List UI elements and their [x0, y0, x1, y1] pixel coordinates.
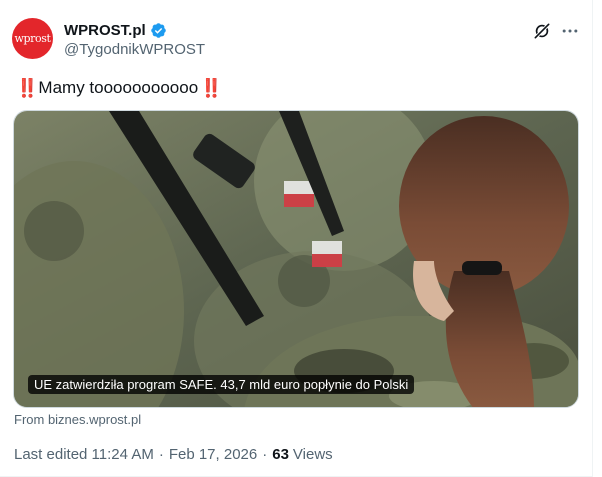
- card-source-link[interactable]: From biznes.wprost.pl: [14, 412, 141, 427]
- divider-right: [592, 0, 593, 477]
- card-title: UE zatwierdziła program SAFE. 43,7 mld e…: [28, 375, 415, 394]
- double-exclamation-emoji: ‼️: [16, 77, 38, 98]
- verified-badge-icon: [150, 22, 166, 38]
- author-display-name[interactable]: WPROST.pl: [64, 22, 146, 39]
- link-card[interactable]: UE zatwierdziła program SAFE. 43,7 mld e…: [13, 110, 579, 408]
- double-exclamation-emoji: ‼️: [200, 77, 222, 98]
- author-handle[interactable]: @TygodnikWPROST: [64, 41, 205, 58]
- tweet-date[interactable]: Feb 17, 2026: [169, 446, 257, 463]
- author-name-row: WPROST.pl: [64, 20, 167, 40]
- tweet-meta: Last edited 11:24 AM · Feb 17, 2026 · 63…: [14, 446, 333, 463]
- grok-button[interactable]: [530, 19, 554, 43]
- avatar-logo-text: wprost: [14, 32, 51, 45]
- avatar[interactable]: wprost: [12, 18, 53, 59]
- separator-dot: ·: [158, 446, 164, 463]
- card-image: [14, 111, 578, 407]
- tweet-text-body: Mamy tooooooooooo: [38, 78, 199, 97]
- views-count: 63: [272, 446, 289, 463]
- more-horizontal-icon: [562, 29, 578, 33]
- views-label: Views: [292, 446, 333, 463]
- more-button[interactable]: [558, 19, 582, 43]
- grok-icon: [534, 23, 550, 39]
- separator-dot: ·: [262, 446, 268, 463]
- tweet-text: ‼️ Mamy tooooooooooo ‼️: [16, 77, 223, 99]
- edited-time[interactable]: Last edited 11:24 AM: [14, 446, 154, 463]
